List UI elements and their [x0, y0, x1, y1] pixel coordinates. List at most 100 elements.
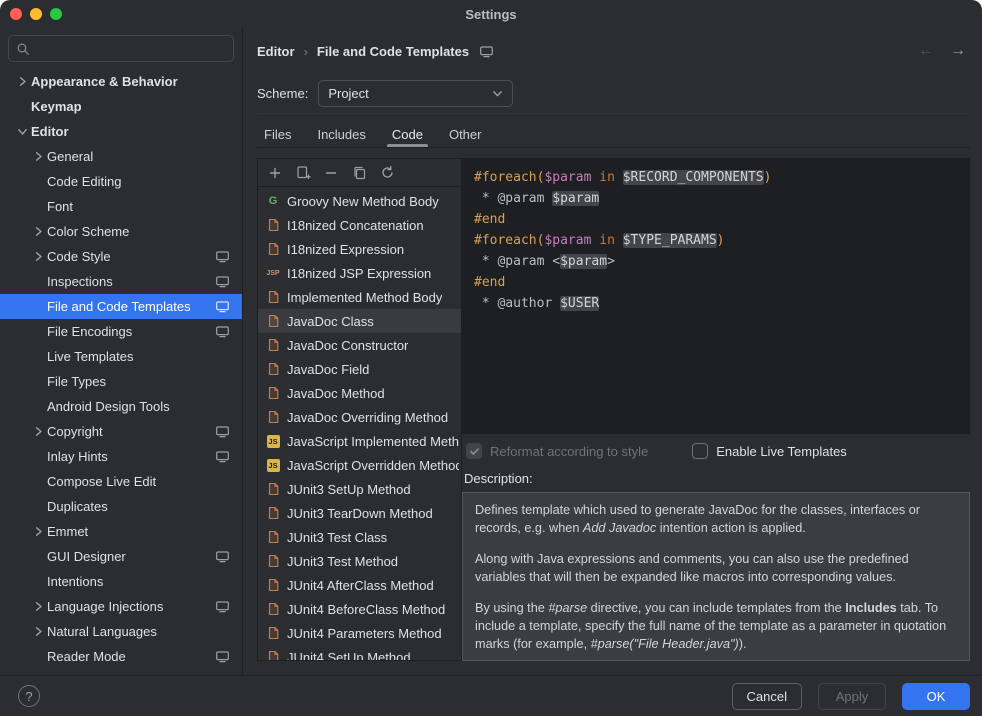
traffic-zoom-button[interactable]: [50, 8, 62, 20]
sidebar-item-language-injections[interactable]: Language Injections: [0, 594, 242, 619]
sidebar-item-android-design-tools[interactable]: Android Design Tools: [0, 394, 242, 419]
sidebar-item-reader-mode[interactable]: Reader Mode: [0, 644, 242, 669]
sidebar-item-duplicates[interactable]: Duplicates: [0, 494, 242, 519]
template-icon: [265, 505, 281, 521]
tab-other[interactable]: Other: [446, 114, 485, 147]
template-item-i18nized-concatenation[interactable]: I18nized Concatenation: [258, 213, 461, 237]
chevron-spacer: [14, 99, 31, 115]
sidebar-item-label: Language Injections: [47, 599, 163, 614]
template-icon: [265, 577, 281, 593]
chevron-right-icon[interactable]: [30, 599, 47, 615]
copy-icon[interactable]: [351, 165, 367, 181]
template-item-javascript-overridden-method-body[interactable]: JSJavaScript Overridden Method Body: [258, 453, 461, 477]
chevron-down-icon[interactable]: [14, 124, 31, 140]
enable-live-templates-checkbox[interactable]: Enable Live Templates: [692, 443, 847, 459]
sidebar-item-font[interactable]: Font: [0, 194, 242, 219]
template-item-javadoc-method[interactable]: JavaDoc Method: [258, 381, 461, 405]
sidebar-item-keymap[interactable]: Keymap: [0, 94, 242, 119]
ok-button[interactable]: OK: [902, 683, 970, 710]
sidebar-item-natural-languages[interactable]: Natural Languages: [0, 619, 242, 644]
settings-search[interactable]: [8, 35, 234, 62]
sidebar-item-color-scheme[interactable]: Color Scheme: [0, 219, 242, 244]
tab-code[interactable]: Code: [389, 114, 426, 147]
template-item-junit4-parameters-method[interactable]: JUnit4 Parameters Method: [258, 621, 461, 645]
sidebar-item-gui-designer[interactable]: GUI Designer: [0, 544, 242, 569]
back-arrow-icon[interactable]: ←: [918, 42, 934, 60]
search-icon: [16, 42, 30, 56]
template-item-i18nized-expression[interactable]: I18nized Expression: [258, 237, 461, 261]
apply-button[interactable]: Apply: [818, 683, 886, 710]
monitor-icon: [215, 650, 230, 663]
sidebar-item-general[interactable]: General: [0, 144, 242, 169]
sidebar-item-compose-live-edit[interactable]: Compose Live Edit: [0, 469, 242, 494]
template-item-junit3-test-method[interactable]: JUnit3 Test Method: [258, 549, 461, 573]
template-list: G Groovy New Method Body I18nized Concaten…: [258, 187, 461, 660]
sidebar-item-file-types[interactable]: File Types: [0, 369, 242, 394]
template-item-junit4-afterclass-method[interactable]: JUnit4 AfterClass Method: [258, 573, 461, 597]
live-templates-checkbox-label: Enable Live Templates: [716, 444, 847, 459]
cancel-button[interactable]: Cancel: [732, 683, 802, 710]
reformat-checkbox[interactable]: Reformat according to style: [466, 443, 648, 459]
sidebar-item-label: Code Editing: [47, 174, 121, 189]
chevron-right-icon[interactable]: [14, 74, 31, 90]
sidebar-item-emmet[interactable]: Emmet: [0, 519, 242, 544]
add-icon[interactable]: [267, 165, 283, 181]
chevron-right-icon[interactable]: [30, 624, 47, 640]
template-item-junit3-setup-method[interactable]: JUnit3 SetUp Method: [258, 477, 461, 501]
tab-files[interactable]: Files: [261, 114, 294, 147]
template-item-label: JUnit4 SetUp Method: [287, 650, 411, 661]
template-item-i18nized-jsp-expression[interactable]: JSPI18nized JSP Expression: [258, 261, 461, 285]
chevron-spacer: [30, 499, 47, 515]
sidebar-item-label: Reader Mode: [47, 649, 126, 664]
template-icon: [265, 385, 281, 401]
template-item-junit3-test-class[interactable]: JUnit3 Test Class: [258, 525, 461, 549]
sidebar-item-code-style[interactable]: Code Style: [0, 244, 242, 269]
template-item-label: JavaDoc Field: [287, 362, 369, 377]
template-item-javadoc-field[interactable]: JavaDoc Field: [258, 357, 461, 381]
sidebar-item-appearance-behavior[interactable]: Appearance & Behavior: [0, 69, 242, 94]
remove-icon[interactable]: [323, 165, 339, 181]
sidebar-item-file-encodings[interactable]: File Encodings: [0, 319, 242, 344]
scheme-select[interactable]: Project: [318, 80, 513, 107]
chevron-right-icon[interactable]: [30, 149, 47, 165]
sidebar-item-file-and-code-templates[interactable]: File and Code Templates: [0, 294, 242, 319]
help-button[interactable]: ?: [18, 685, 40, 707]
groovy-icon: G: [265, 193, 281, 209]
template-item-javadoc-overriding-method[interactable]: JavaDoc Overriding Method: [258, 405, 461, 429]
sidebar-item-inspections[interactable]: Inspections: [0, 269, 242, 294]
chevron-right-icon[interactable]: [30, 424, 47, 440]
breadcrumb-editor[interactable]: Editor: [257, 44, 295, 59]
template-item-junit3-teardown-method[interactable]: JUnit3 TearDown Method: [258, 501, 461, 525]
sidebar-item-label: Compose Live Edit: [47, 474, 156, 489]
template-item-label: Groovy New Method Body: [287, 194, 439, 209]
reset-to-default-icon[interactable]: [379, 165, 395, 181]
settings-search-input[interactable]: [36, 41, 226, 56]
dialog-footer: ? Cancel Apply OK: [0, 675, 982, 716]
traffic-minimize-button[interactable]: [30, 8, 42, 20]
sidebar-item-inlay-hints[interactable]: Inlay Hints: [0, 444, 242, 469]
template-item-groovy-new-method-body[interactable]: G Groovy New Method Body: [258, 189, 461, 213]
template-item-javascript-implemented-method-body[interactable]: JSJavaScript Implemented Method Body: [258, 429, 461, 453]
sidebar-item-editor[interactable]: Editor: [0, 119, 242, 144]
sidebar-item-live-templates[interactable]: Live Templates: [0, 344, 242, 369]
template-editor[interactable]: #foreach($param in $RECORD_COMPONENTS) *…: [461, 158, 970, 434]
chevron-right-icon[interactable]: [30, 224, 47, 240]
forward-arrow-icon[interactable]: →: [950, 42, 966, 60]
sidebar-item-code-editing[interactable]: Code Editing: [0, 169, 242, 194]
sidebar-item-intentions[interactable]: Intentions: [0, 569, 242, 594]
template-item-javadoc-constructor[interactable]: JavaDoc Constructor: [258, 333, 461, 357]
traffic-close-button[interactable]: [10, 8, 22, 20]
tab-includes[interactable]: Includes: [314, 114, 368, 147]
template-icon: [265, 601, 281, 617]
template-item-junit4-beforeclass-method[interactable]: JUnit4 BeforeClass Method: [258, 597, 461, 621]
chevron-right-icon[interactable]: [30, 249, 47, 265]
sidebar-item-copyright[interactable]: Copyright: [0, 419, 242, 444]
chevron-right-icon[interactable]: [30, 524, 47, 540]
sidebar-item-label: General: [47, 149, 93, 164]
chevron-spacer: [30, 274, 47, 290]
create-child-template-icon[interactable]: [295, 165, 311, 181]
template-item-junit4-setup-method[interactable]: JUnit4 SetUp Method: [258, 645, 461, 660]
template-item-javadoc-class[interactable]: JavaDoc Class: [258, 309, 461, 333]
template-item-label: I18nized Concatenation: [287, 218, 424, 233]
template-item-implemented-method-body[interactable]: Implemented Method Body: [258, 285, 461, 309]
